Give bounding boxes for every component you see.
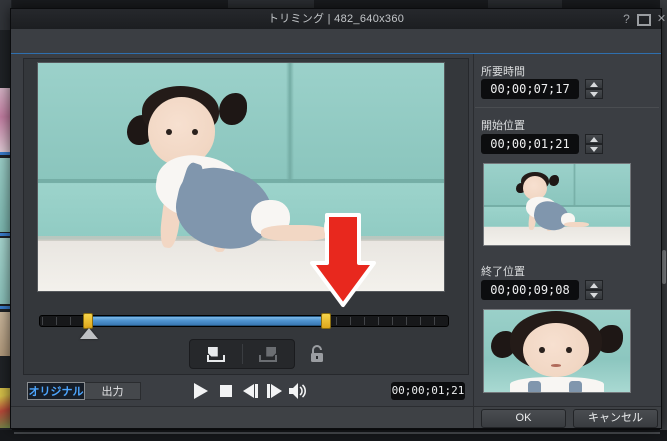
- trim-end-handle[interactable]: [321, 313, 331, 329]
- baby-leg: [564, 221, 590, 228]
- video-preview-scene: [38, 63, 444, 291]
- spinner-up-icon: [590, 136, 598, 142]
- panel-divider: [473, 54, 474, 428]
- play-icon: [193, 383, 208, 399]
- trim-start-handle[interactable]: [83, 313, 93, 329]
- baby-eye: [192, 129, 198, 136]
- spinner-down-button[interactable]: [585, 290, 603, 300]
- maximize-icon[interactable]: [637, 14, 651, 26]
- spinner-down-icon: [590, 146, 598, 152]
- preview-panel: [23, 58, 469, 375]
- baby-pigtail-right: [548, 174, 560, 186]
- unlock-icon: [312, 345, 322, 353]
- spinner-up-icon: [590, 282, 598, 288]
- video-frame: [37, 62, 445, 292]
- help-icon[interactable]: ?: [619, 12, 634, 26]
- start-position-field[interactable]: 00;00;01;21: [481, 134, 579, 154]
- start-position-label: 開始位置: [481, 120, 525, 132]
- step-forward-button[interactable]: [263, 380, 285, 402]
- playhead-marker[interactable]: [80, 328, 98, 339]
- spinner-down-button[interactable]: [585, 144, 603, 154]
- baby-mouth: [551, 364, 562, 367]
- end-position-spinner: [585, 280, 603, 300]
- accent-divider: [11, 53, 661, 54]
- background-scrollbar-knob: [662, 250, 666, 284]
- cancel-button[interactable]: キャンセル: [573, 409, 658, 428]
- end-frame-thumbnail: [483, 309, 631, 393]
- end-position-label: 終了位置: [481, 266, 525, 278]
- mark-in-icon: [206, 346, 225, 362]
- stop-icon: [220, 385, 232, 397]
- start-frame-thumbnail: [483, 163, 631, 246]
- end-position-field[interactable]: 00;00;09;08: [481, 280, 579, 300]
- background-bottom-line: [14, 432, 660, 434]
- background-bottom-edge: [0, 430, 667, 441]
- baby-overall-strap: [568, 380, 582, 392]
- close-icon[interactable]: ✕: [654, 12, 667, 26]
- spinner-down-icon: [590, 292, 598, 298]
- end-thumbnail-scene: [484, 310, 630, 392]
- spinner-up-button[interactable]: [585, 280, 603, 290]
- tab-output[interactable]: 出力: [85, 382, 141, 400]
- step-back-icon: [242, 384, 258, 398]
- tab-original[interactable]: オリジナル: [27, 382, 85, 400]
- duration-label: 所要時間: [481, 66, 525, 78]
- baby-eye: [565, 346, 572, 354]
- right-panel-divider: [475, 107, 659, 108]
- dialog-title: トリミング | 482_640x360: [267, 13, 405, 25]
- mark-out-icon: [259, 346, 278, 362]
- baby-overall-strap: [527, 380, 541, 392]
- start-position-spinner: [585, 134, 603, 154]
- baby-shirt: [510, 377, 604, 392]
- lock-toggle-button[interactable]: [308, 344, 326, 363]
- duration-spinner: [585, 79, 603, 99]
- background-topbar-segment: [228, 0, 314, 8]
- ok-button[interactable]: OK: [481, 409, 566, 428]
- spinner-down-button[interactable]: [585, 89, 603, 99]
- trim-dialog: トリミング | 482_640x360 ? ✕ オリジナル 出力 00;00;0…: [10, 8, 666, 429]
- mark-button-group: [189, 339, 295, 369]
- volume-button[interactable]: [287, 380, 309, 402]
- step-back-button[interactable]: [239, 380, 261, 402]
- lock-keyhole: [316, 356, 318, 359]
- background-topbar-segment: [488, 0, 562, 8]
- current-timecode: 00;00;01;21: [391, 382, 465, 400]
- step-forward-icon: [266, 384, 282, 398]
- sofa-cushion-gap: [285, 63, 294, 182]
- volume-icon: [289, 383, 307, 399]
- sofa-cushion-gap: [573, 164, 576, 207]
- mark-in-button[interactable]: [190, 340, 242, 368]
- spinner-down-icon: [590, 91, 598, 97]
- baby-face: [523, 323, 590, 378]
- trim-selected-range[interactable]: [88, 316, 325, 326]
- spinner-up-icon: [590, 81, 598, 87]
- mark-out-button[interactable]: [243, 340, 295, 368]
- spinner-up-button[interactable]: [585, 79, 603, 89]
- trim-timeline[interactable]: [39, 313, 449, 339]
- play-button[interactable]: [189, 380, 211, 402]
- red-arrow-annotation: [310, 213, 376, 307]
- baby-pigtail-right: [218, 92, 248, 125]
- duration-field[interactable]: 00;00;07;17: [481, 79, 579, 99]
- stop-button[interactable]: [215, 380, 237, 402]
- start-thumbnail-scene: [484, 164, 630, 245]
- baby-eye: [165, 129, 172, 136]
- spinner-up-button[interactable]: [585, 134, 603, 144]
- titlebar[interactable]: トリミング | 482_640x360 ? ✕: [11, 9, 666, 29]
